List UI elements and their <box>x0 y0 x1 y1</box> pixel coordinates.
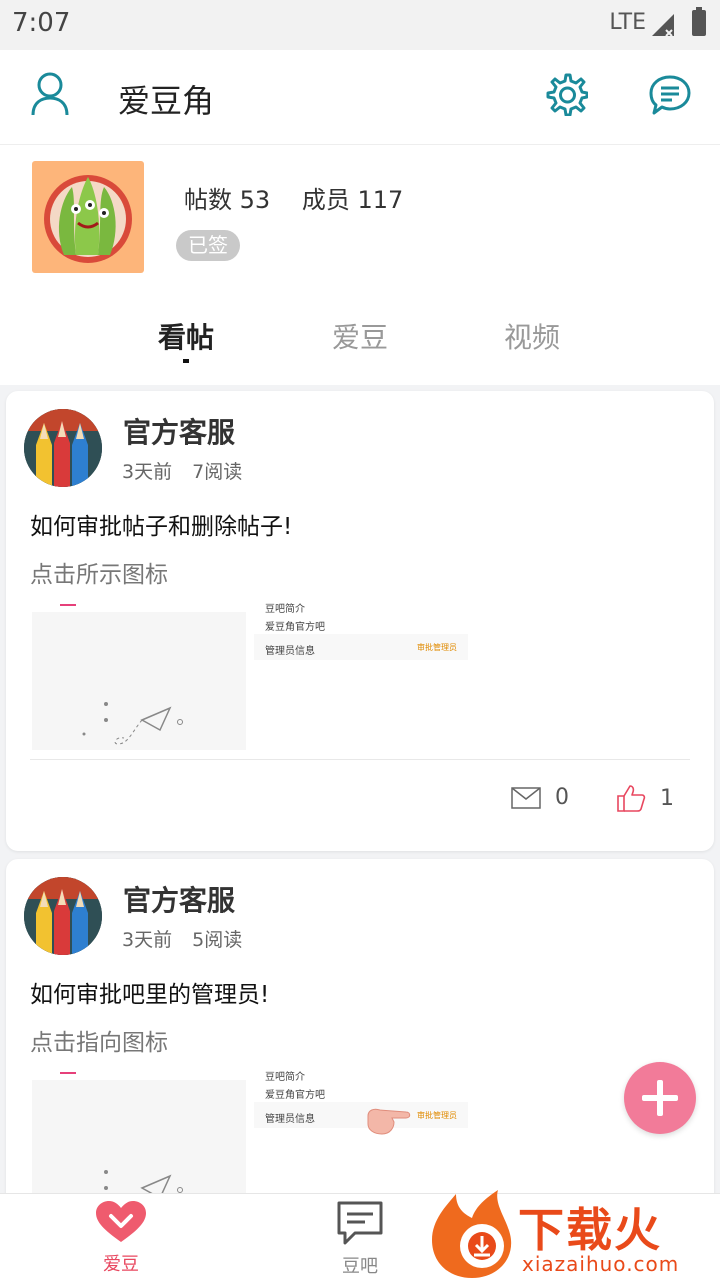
author-name[interactable]: 官方客服 <box>123 879 235 919</box>
post-image[interactable]: 豆吧简介 爱豆角官方吧 管理员信息 审批管理员 <box>32 1062 472 1195</box>
members-label: 成员 <box>301 186 350 214</box>
pointing-hand-icon <box>367 1108 411 1135</box>
heart-icon <box>96 1201 146 1242</box>
thumbs-up-icon <box>617 785 646 812</box>
tab-bar: 看帖 爱豆 视频 <box>0 310 720 380</box>
posts-count: 53 <box>239 186 271 214</box>
app-screen: 7:07 LTE 爱豆角 帖数 53 成员 117 已签 看帖 爱豆 视频 官方… <box>0 0 720 1280</box>
user-icon[interactable] <box>30 72 70 116</box>
add-post-button[interactable] <box>624 1062 696 1134</box>
gear-icon[interactable] <box>544 72 588 116</box>
author-name[interactable]: 官方客服 <box>123 411 235 451</box>
nav-idol-label: 爱豆 <box>103 1254 139 1275</box>
tab-indicator <box>183 359 189 363</box>
page-title: 爱豆角 <box>118 82 215 120</box>
message-icon[interactable] <box>648 74 692 118</box>
thumb-text: 豆吧简介 <box>265 1072 305 1083</box>
comment-count: 0 <box>555 785 569 810</box>
comment-button[interactable]: 0 <box>511 785 569 810</box>
nav-bar-label: 豆吧 <box>342 1256 378 1277</box>
post-card[interactable]: 官方客服 3天前 7阅读 如何审批帖子和删除帖子! 点击所示图标 豆吧简介 爱豆… <box>6 391 714 851</box>
network-type: LTE <box>609 10 646 35</box>
pencils-image <box>24 409 102 487</box>
post-title[interactable]: 如何审批帖子和删除帖子! <box>30 507 292 541</box>
watermark: 下载火 xiazaihuo.com <box>426 1188 720 1280</box>
chat-icon <box>337 1201 383 1245</box>
tab-posts[interactable]: 看帖 <box>158 316 214 356</box>
mail-icon <box>511 786 541 809</box>
card-divider <box>30 759 690 760</box>
post-feed[interactable]: 官方客服 3天前 7阅读 如何审批帖子和删除帖子! 点击所示图标 豆吧简介 爱豆… <box>0 385 720 1195</box>
members-count: 117 <box>357 186 404 214</box>
author-avatar[interactable] <box>24 409 102 487</box>
tab-videos[interactable]: 视频 <box>504 316 560 356</box>
members-stat: 成员 117 <box>302 186 403 214</box>
paper-plane-icon <box>104 1170 183 1195</box>
group-stats: 帖数 53 成员 117 <box>184 180 427 215</box>
tab-idols[interactable]: 爱豆 <box>332 316 388 356</box>
signal-icon <box>652 14 674 37</box>
flame-logo-icon <box>432 1190 512 1278</box>
posts-stat: 帖数 53 <box>184 186 270 214</box>
post-description[interactable]: 点击所示图标 <box>30 555 168 589</box>
author-avatar[interactable] <box>24 877 102 955</box>
post-title[interactable]: 如何审批吧里的管理员! <box>30 975 269 1009</box>
post-card[interactable]: 官方客服 3天前 5阅读 如何审批吧里的管理员! 点击指向图标 豆吧简介 爱豆角… <box>6 859 714 1195</box>
post-image[interactable]: 豆吧简介 爱豆角官方吧 管理员信息 审批管理员 <box>32 594 472 754</box>
group-avatar[interactable] <box>32 161 144 273</box>
thumb-text: 管理员信息 <box>265 646 315 657</box>
thumb-text: 管理员信息 <box>265 1114 315 1125</box>
post-reads: 7阅读 <box>192 461 243 483</box>
app-header: 爱豆角 <box>0 50 720 145</box>
thumb-text: 爱豆角官方吧 <box>265 1090 325 1101</box>
thumb-tab-indicator <box>60 604 76 606</box>
watermark-text: 下载火 <box>518 1203 662 1257</box>
status-time: 7:07 <box>12 8 71 38</box>
posts-label: 帖数 <box>184 186 232 214</box>
thumb-empty-pane <box>32 612 246 750</box>
group-logo-image <box>44 175 132 263</box>
post-time: 3天前 <box>122 929 173 951</box>
thumb-text: 爱豆角官方吧 <box>265 622 325 633</box>
thumb-action: 审批管理员 <box>417 1111 457 1120</box>
thumb-text: 豆吧简介 <box>265 604 305 615</box>
like-button[interactable]: 1 <box>616 783 674 813</box>
like-count: 1 <box>660 785 674 811</box>
battery-icon <box>692 7 706 36</box>
thumb-empty-pane <box>32 1080 246 1195</box>
paper-plane-icon <box>82 702 183 745</box>
post-meta: 3天前 5阅读 <box>122 925 256 952</box>
post-time: 3天前 <box>122 461 173 483</box>
post-description[interactable]: 点击指向图标 <box>30 1023 168 1057</box>
pencils-image <box>24 877 102 955</box>
status-bar: 7:07 LTE <box>0 0 720 50</box>
watermark-url: xiazaihuo.com <box>522 1252 680 1276</box>
signed-badge[interactable]: 已签 <box>176 230 240 261</box>
post-meta: 3天前 7阅读 <box>122 457 256 484</box>
thumb-tab-indicator <box>60 1072 76 1074</box>
nav-bar[interactable]: 豆吧 <box>310 1200 410 1278</box>
nav-idol[interactable]: 爱豆 <box>71 1200 171 1276</box>
thumb-action: 审批管理员 <box>417 643 457 652</box>
post-reads: 5阅读 <box>192 929 243 951</box>
